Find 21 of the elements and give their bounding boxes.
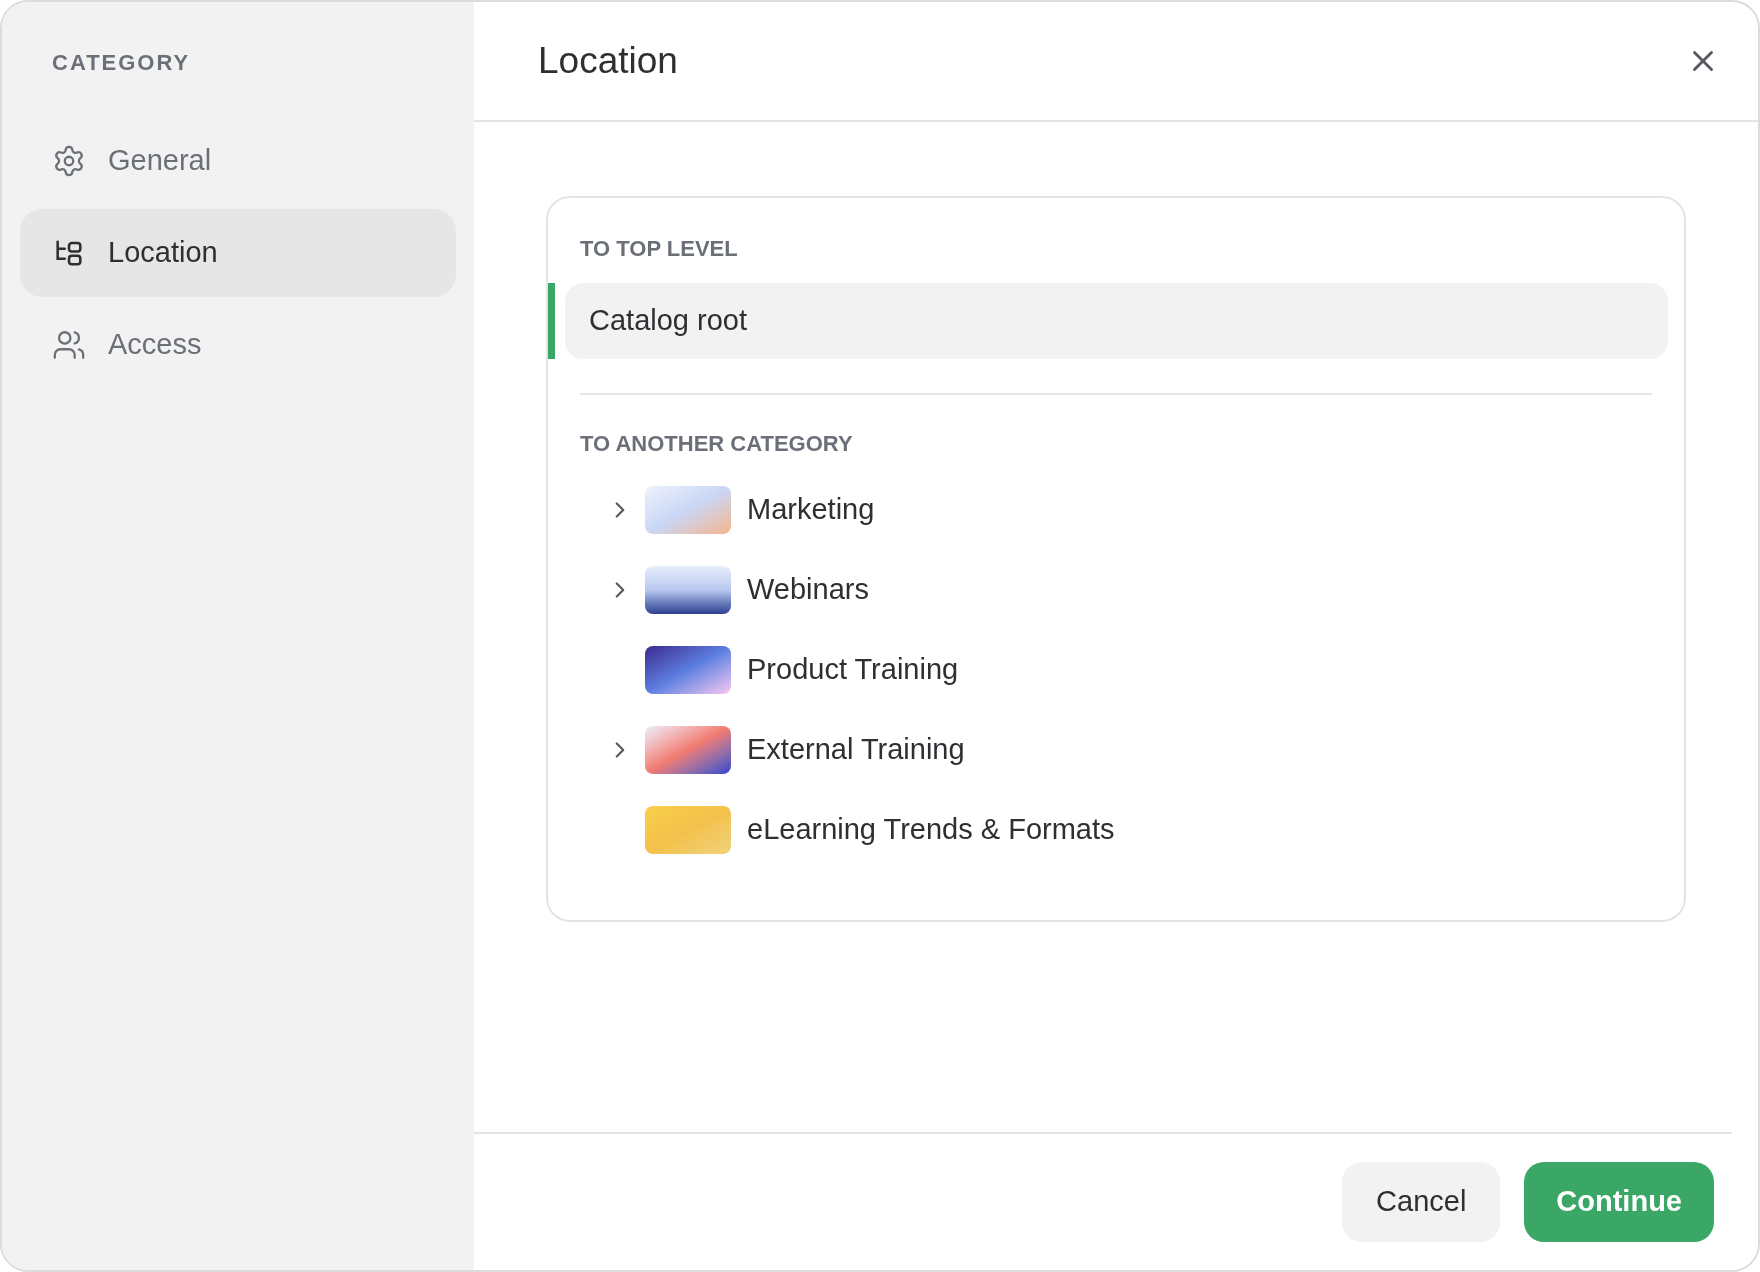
sidebar-item[interactable]: Location (20, 209, 456, 297)
cancel-button[interactable]: Cancel (1342, 1162, 1501, 1242)
tree-item[interactable]: Webinars (565, 550, 1668, 630)
sidebar-heading: CATEGORY (52, 49, 191, 77)
sidebar-item[interactable]: Access (20, 301, 456, 389)
tree-item-label: Webinars (747, 572, 869, 608)
settings-icon (52, 144, 86, 178)
tree-item[interactable]: Catalog root (565, 283, 1668, 359)
tree-item-label: Marketing (747, 492, 875, 528)
tree-item[interactable]: Product Training (565, 630, 1668, 710)
section-heading: TO ANOTHER CATEGORY (580, 430, 853, 458)
tree-item[interactable]: eLearning Trends & Formats (565, 790, 1668, 870)
section-heading: TO TOP LEVEL (580, 235, 738, 263)
tree-item[interactable]: Marketing (565, 470, 1668, 550)
users-icon (52, 328, 86, 362)
tree-item[interactable]: External Training (565, 710, 1668, 790)
tree-item-label: External Training (747, 732, 965, 768)
tree-item-label: Product Training (747, 652, 959, 688)
tree-item-label: eLearning Trends & Formats (747, 812, 1115, 848)
dialog-title: Location (538, 39, 678, 84)
sidebar-item[interactable]: General (20, 117, 456, 205)
